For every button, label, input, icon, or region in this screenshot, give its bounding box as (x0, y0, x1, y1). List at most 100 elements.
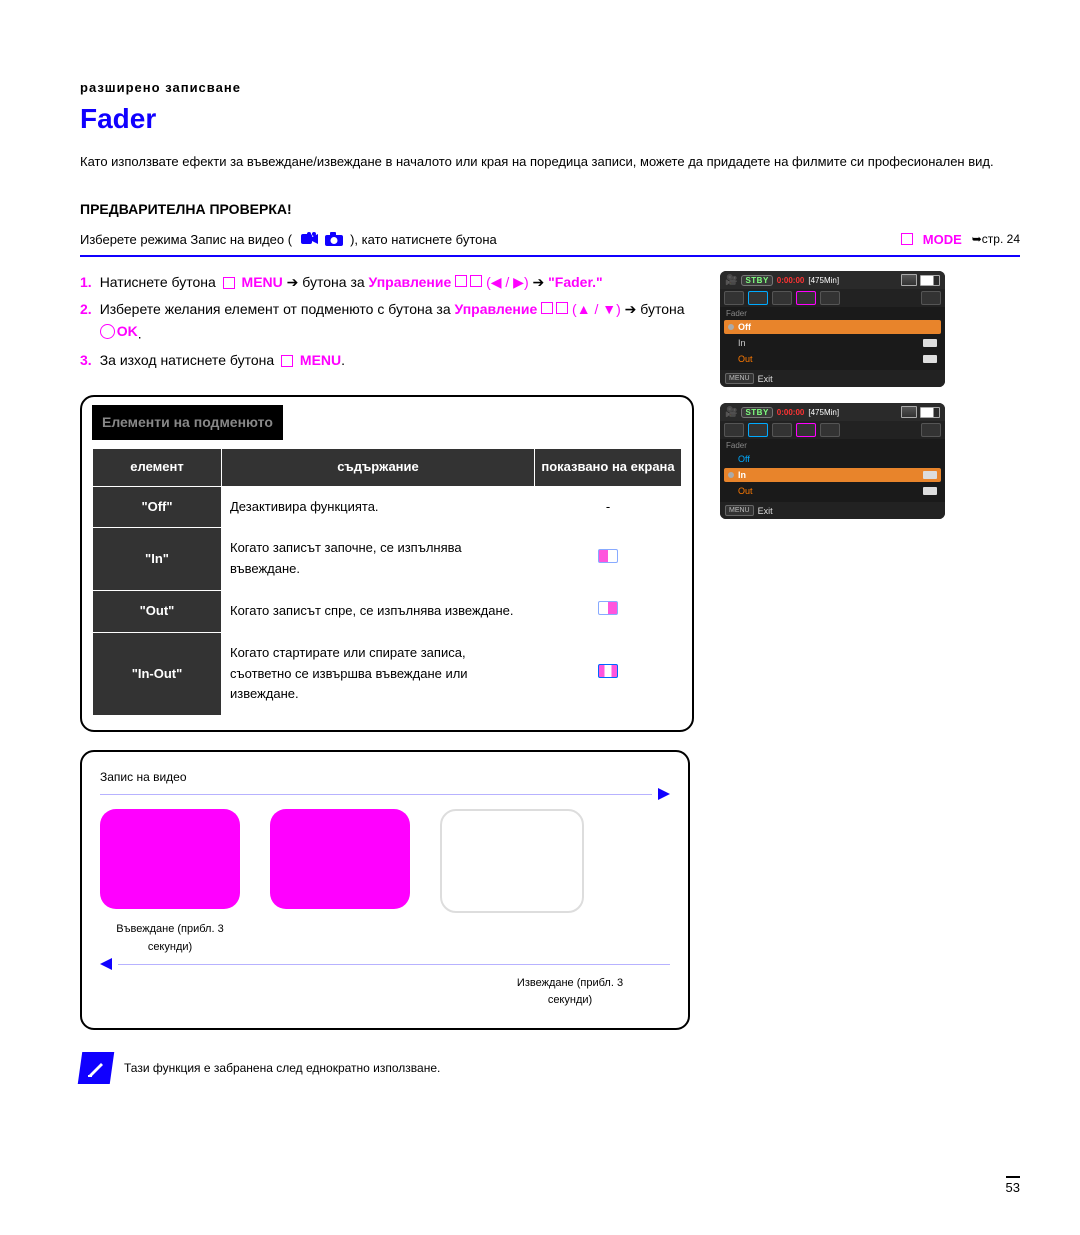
tab-icon-1 (724, 423, 744, 437)
row-inout-name: "In-Out" (93, 632, 222, 715)
sd-icon (901, 406, 917, 418)
note-text: Тази функция е забранена след еднократно… (124, 1061, 440, 1075)
list-item-label: In (738, 338, 746, 348)
steps-area: 1. Натиснете бутона MENU ➔ бутона за Упр… (80, 271, 1020, 1030)
tab-icon-5 (820, 423, 840, 437)
video-icon (300, 231, 320, 247)
remain-min: [475Min] (808, 408, 839, 417)
exit-label[interactable]: Exit (758, 506, 773, 516)
cap-out: Извеждане (прибл. 3 секунди) (500, 975, 640, 1010)
tab-icon-4 (796, 291, 816, 305)
mode-text-1: Изберете режима Запис на видео ( (80, 232, 292, 247)
cap-in: Въвеждане (прибл. 3 секунди) (100, 921, 240, 956)
table-row: "Off" Дезактивира функцията. - (93, 486, 682, 528)
list-item[interactable]: In (724, 468, 941, 482)
list-item[interactable]: Off (724, 452, 941, 466)
th-content: съдържание (222, 448, 535, 486)
stby-badge: STBY (741, 275, 772, 286)
mode-button-icon (901, 233, 913, 245)
dash-icon: - (606, 499, 610, 514)
arrow-left (100, 957, 670, 971)
fadeout-icon (598, 601, 618, 615)
mode-word: MODE (923, 232, 962, 247)
row-out-name: "Out" (93, 591, 222, 633)
step-3-num: 3. (80, 349, 92, 371)
battery-icon (920, 275, 940, 286)
step-2-ok: OK (117, 320, 138, 342)
submenu-box: Елементи на подменюто елемент съдържание… (80, 395, 694, 732)
submenu-title: Елементи на подменюто (92, 405, 283, 439)
step-3: 3. За изход натиснете бутона MENU. (80, 349, 690, 371)
note-icon (78, 1052, 114, 1084)
page: разширено записване Fader Като използват… (0, 0, 1080, 1235)
rec-time: 0:00:00 (777, 276, 805, 285)
illus-top-left: Запис на видео (100, 768, 187, 787)
precheck-label: ПРЕДВАРИТЕЛНА ПРОВЕРКА! (80, 201, 1020, 217)
fade-captions-2: Извеждане (прибл. 3 секунди) (100, 975, 670, 1010)
tab-icon-4 (796, 423, 816, 437)
th-item: елемент (93, 448, 222, 486)
row-inout-icon-cell (535, 632, 682, 715)
step-2-arrow: ➔ бутона (625, 301, 685, 317)
step-1-target: "Fader." (548, 274, 603, 290)
list-item-label: In (738, 470, 746, 480)
step-1-arrowpre: ➔ бутона за (287, 274, 365, 290)
step-3-post: . (341, 352, 345, 368)
list-item-label: Off (738, 454, 750, 464)
tab-icon-3 (772, 291, 792, 305)
exit-label[interactable]: Exit (758, 374, 773, 384)
title-area: разширено записване Fader Като използват… (80, 80, 1020, 171)
list-item-label: Off (738, 322, 751, 332)
menu-badge[interactable]: MENU (725, 373, 754, 384)
radio-icon (728, 324, 734, 330)
tab-icon-3 (772, 423, 792, 437)
arrow-left-icon (100, 958, 112, 970)
mode-row: Изберете режима Запис на видео ( ), като… (80, 223, 1020, 257)
row-out-icon-cell (535, 591, 682, 633)
step-1-ctrl: Управление (369, 274, 452, 290)
item-icon (923, 487, 937, 495)
mode-text-2: ), като натиснете бутона (350, 232, 497, 247)
list-item[interactable]: Off (724, 320, 941, 334)
menu-badge[interactable]: MENU (725, 505, 754, 516)
camcorder-icon: 🎥 (725, 407, 737, 418)
row-inout-desc: Когато стартирате или спирате записа, съ… (222, 632, 535, 715)
row-off-desc: Дезактивира функцията. (222, 486, 535, 528)
screen-bottom: 🎥 STBY 0:00:00 [475Min] Fader Off (720, 403, 945, 519)
list-item[interactable]: Out (724, 352, 941, 366)
step-1-dirs: (◀ / ▶) (486, 274, 529, 290)
thumb-solid-2 (270, 809, 410, 909)
mode-icons (300, 231, 344, 247)
table-row: "In" Когато записът започне, се изпълняв… (93, 528, 682, 591)
tab-icon-2 (748, 423, 768, 437)
table-row: "Out" Когато записът спре, се изпълнява … (93, 591, 682, 633)
item-icon (923, 339, 937, 347)
lr-buttons-icon (455, 275, 482, 287)
radio-icon (728, 472, 734, 478)
note-row: Тази функция е забранена след еднократно… (80, 1052, 1020, 1084)
step-2-num: 2. (80, 298, 92, 345)
screen-top: 🎥 STBY 0:00:00 [475Min] Fader Off (720, 271, 945, 387)
row-in-desc: Когато записът започне, се изпълнява във… (222, 528, 535, 591)
page-title: Fader (80, 103, 1020, 135)
tab-icon-5 (820, 291, 840, 305)
arrow-right-icon (658, 788, 670, 800)
step-1-arrowpost: ➔ (533, 274, 545, 290)
steps-col: 1. Натиснете бутона MENU ➔ бутона за Упр… (80, 271, 690, 1030)
screen-list: Off In Out (720, 320, 945, 370)
remain-min: [475Min] (808, 276, 839, 285)
row-in-icon-cell (535, 528, 682, 591)
step-1-num: 1. (80, 271, 92, 293)
table-row: "In-Out" Когато стартирате или спирате з… (93, 632, 682, 715)
row-out-desc: Когато записът спре, се изпълнява извежд… (222, 591, 535, 633)
stby-badge: STBY (741, 407, 772, 418)
row-off-name: "Off" (93, 486, 222, 528)
menu-button-icon (223, 277, 235, 289)
submenu-table: елемент съдържание показвано на екрана "… (92, 448, 682, 716)
sd-icon (901, 274, 917, 286)
list-item-label: Out (738, 486, 753, 496)
list-item[interactable]: Out (724, 484, 941, 498)
page-number: 53 (1006, 1176, 1020, 1195)
rec-time: 0:00:00 (777, 408, 805, 417)
list-item[interactable]: In (724, 336, 941, 350)
